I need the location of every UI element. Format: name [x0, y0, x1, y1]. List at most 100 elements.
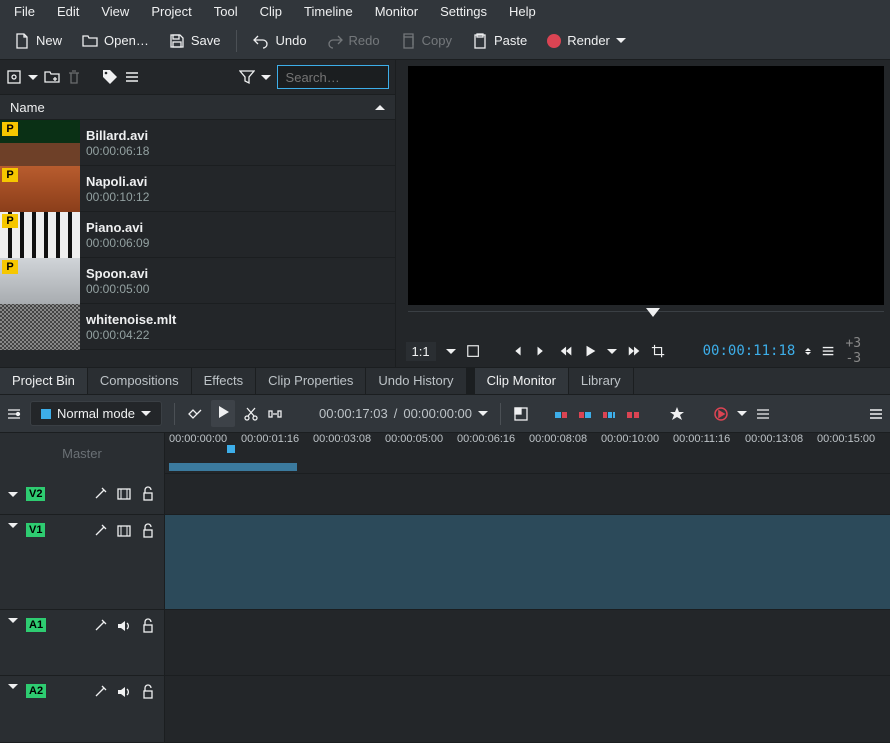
delete-clip-icon[interactable] [66, 69, 82, 85]
spacer-tool-icon[interactable] [267, 406, 283, 422]
chevron-down-icon[interactable] [446, 349, 456, 354]
clip-row[interactable]: P Napoli.avi 00:00:10:12 [0, 166, 395, 212]
track-a2-body[interactable] [165, 676, 890, 742]
menu-clip[interactable]: Clip [250, 2, 292, 21]
overflow-icon[interactable] [868, 406, 884, 422]
chevron-down-icon[interactable] [478, 411, 488, 416]
tab-undo-history[interactable]: Undo History [366, 368, 466, 394]
config-icon[interactable] [755, 406, 771, 422]
tab-clip-monitor[interactable]: Clip Monitor [475, 368, 569, 394]
menu-monitor[interactable]: Monitor [365, 2, 428, 21]
undo-button[interactable]: Undo [245, 29, 314, 53]
collapse-icon[interactable] [8, 684, 18, 689]
favorite-icon[interactable] [669, 406, 685, 422]
rewind-icon[interactable] [559, 343, 573, 359]
lock-icon[interactable] [140, 618, 156, 634]
preview-render-icon[interactable] [713, 406, 729, 422]
monitor-viewport[interactable] [408, 66, 884, 305]
redo-button[interactable]: Redo [319, 29, 388, 53]
copy-button[interactable]: Copy [392, 29, 460, 53]
add-clip-icon[interactable] [6, 69, 22, 85]
selection-tool-button[interactable] [211, 400, 235, 427]
collapse-icon[interactable] [8, 523, 18, 528]
clip-row[interactable]: P Billard.avi 00:00:06:18 [0, 120, 395, 166]
paste-button[interactable]: Paste [464, 29, 535, 53]
tab-library[interactable]: Library [569, 368, 634, 394]
tab-compositions[interactable]: Compositions [88, 368, 192, 394]
menu-project[interactable]: Project [141, 2, 201, 21]
menu-settings[interactable]: Settings [430, 2, 497, 21]
track-v2-header[interactable]: V2 [0, 474, 165, 514]
clip-row[interactable]: P Piano.avi 00:00:06:09 [0, 212, 395, 258]
delete-zone-icon[interactable] [625, 406, 641, 422]
hamburger-icon[interactable] [821, 343, 835, 359]
track-v1-body[interactable] [165, 515, 890, 608]
chevron-down-icon[interactable] [607, 349, 617, 354]
menu-timeline[interactable]: Timeline [294, 2, 363, 21]
fullscreen-icon[interactable] [466, 343, 480, 359]
track-v2-body[interactable] [165, 474, 890, 514]
save-button[interactable]: Save [161, 29, 229, 53]
forward-icon[interactable] [627, 343, 641, 359]
monitor-position-track[interactable] [408, 311, 884, 335]
track-a1-body[interactable] [165, 610, 890, 676]
ruler-playhead-marker[interactable] [227, 445, 235, 453]
menu-tool[interactable]: Tool [204, 2, 248, 21]
play-icon[interactable] [583, 343, 597, 359]
effects-icon[interactable] [92, 684, 108, 700]
collapse-icon[interactable] [8, 492, 18, 497]
new-button[interactable]: New [6, 29, 70, 53]
search-input[interactable] [277, 65, 389, 89]
add-folder-icon[interactable] [44, 69, 60, 85]
track-a1-header[interactable]: A1 [0, 610, 165, 676]
timeline-position-display[interactable]: 00:00:17:03 / 00:00:00:00 [319, 406, 488, 421]
effects-icon[interactable] [92, 618, 108, 634]
lock-icon[interactable] [140, 523, 156, 539]
lock-icon[interactable] [140, 684, 156, 700]
effects-icon[interactable] [92, 523, 108, 539]
clip-row[interactable]: P Spoon.avi 00:00:05:00 [0, 258, 395, 304]
effects-icon[interactable] [92, 486, 108, 502]
collapse-icon[interactable] [8, 618, 18, 623]
track-v1-header[interactable]: V1 [0, 515, 165, 608]
thumbnail-icon[interactable] [513, 406, 529, 422]
tag-icon[interactable] [102, 69, 118, 85]
go-start-icon[interactable] [510, 343, 524, 359]
menu-file[interactable]: File [4, 2, 45, 21]
track-settings-icon[interactable] [6, 406, 22, 422]
monitor-playhead-icon[interactable] [646, 308, 660, 317]
timecode-stepper-icon[interactable] [805, 348, 811, 355]
filter-icon[interactable] [239, 69, 255, 85]
tab-effects[interactable]: Effects [192, 368, 257, 394]
zone-in-icon[interactable] [553, 406, 569, 422]
menu-help[interactable]: Help [499, 2, 546, 21]
chevron-down-icon[interactable] [261, 75, 271, 80]
overwrite-icon[interactable] [601, 406, 617, 422]
clip-row[interactable]: whitenoise.mlt 00:00:04:22 [0, 304, 395, 350]
master-track-label[interactable]: Master [0, 433, 165, 474]
lock-icon[interactable] [140, 486, 156, 502]
chevron-down-icon[interactable] [28, 75, 38, 80]
tab-project-bin[interactable]: Project Bin [0, 368, 88, 394]
hamburger-icon[interactable] [124, 69, 140, 85]
track-a2-header[interactable]: A2 [0, 676, 165, 742]
menu-edit[interactable]: Edit [47, 2, 89, 21]
go-end-icon[interactable] [534, 343, 548, 359]
tab-clip-properties[interactable]: Clip Properties [256, 368, 366, 394]
chevron-down-icon[interactable] [737, 411, 747, 416]
bin-column-header[interactable]: Name [0, 94, 395, 120]
zoom-ratio-button[interactable]: 1:1 [406, 342, 436, 361]
crop-icon[interactable] [651, 343, 665, 359]
edit-mode-selector[interactable]: Normal mode [30, 401, 162, 426]
mute-icon[interactable] [116, 684, 132, 700]
zone-out-icon[interactable] [577, 406, 593, 422]
render-button[interactable]: Render [539, 29, 634, 52]
menu-view[interactable]: View [91, 2, 139, 21]
open-button[interactable]: Open… [74, 29, 157, 53]
visible-icon[interactable] [116, 486, 132, 502]
mute-icon[interactable] [116, 618, 132, 634]
visible-icon[interactable] [116, 523, 132, 539]
monitor-timecode[interactable]: 00:00:11:18 [703, 343, 796, 359]
timeline-ruler[interactable]: 00:00:00:0000:00:01:1600:00:03:0800:00:0… [165, 433, 890, 474]
ruler-zone-bar[interactable] [169, 463, 297, 471]
